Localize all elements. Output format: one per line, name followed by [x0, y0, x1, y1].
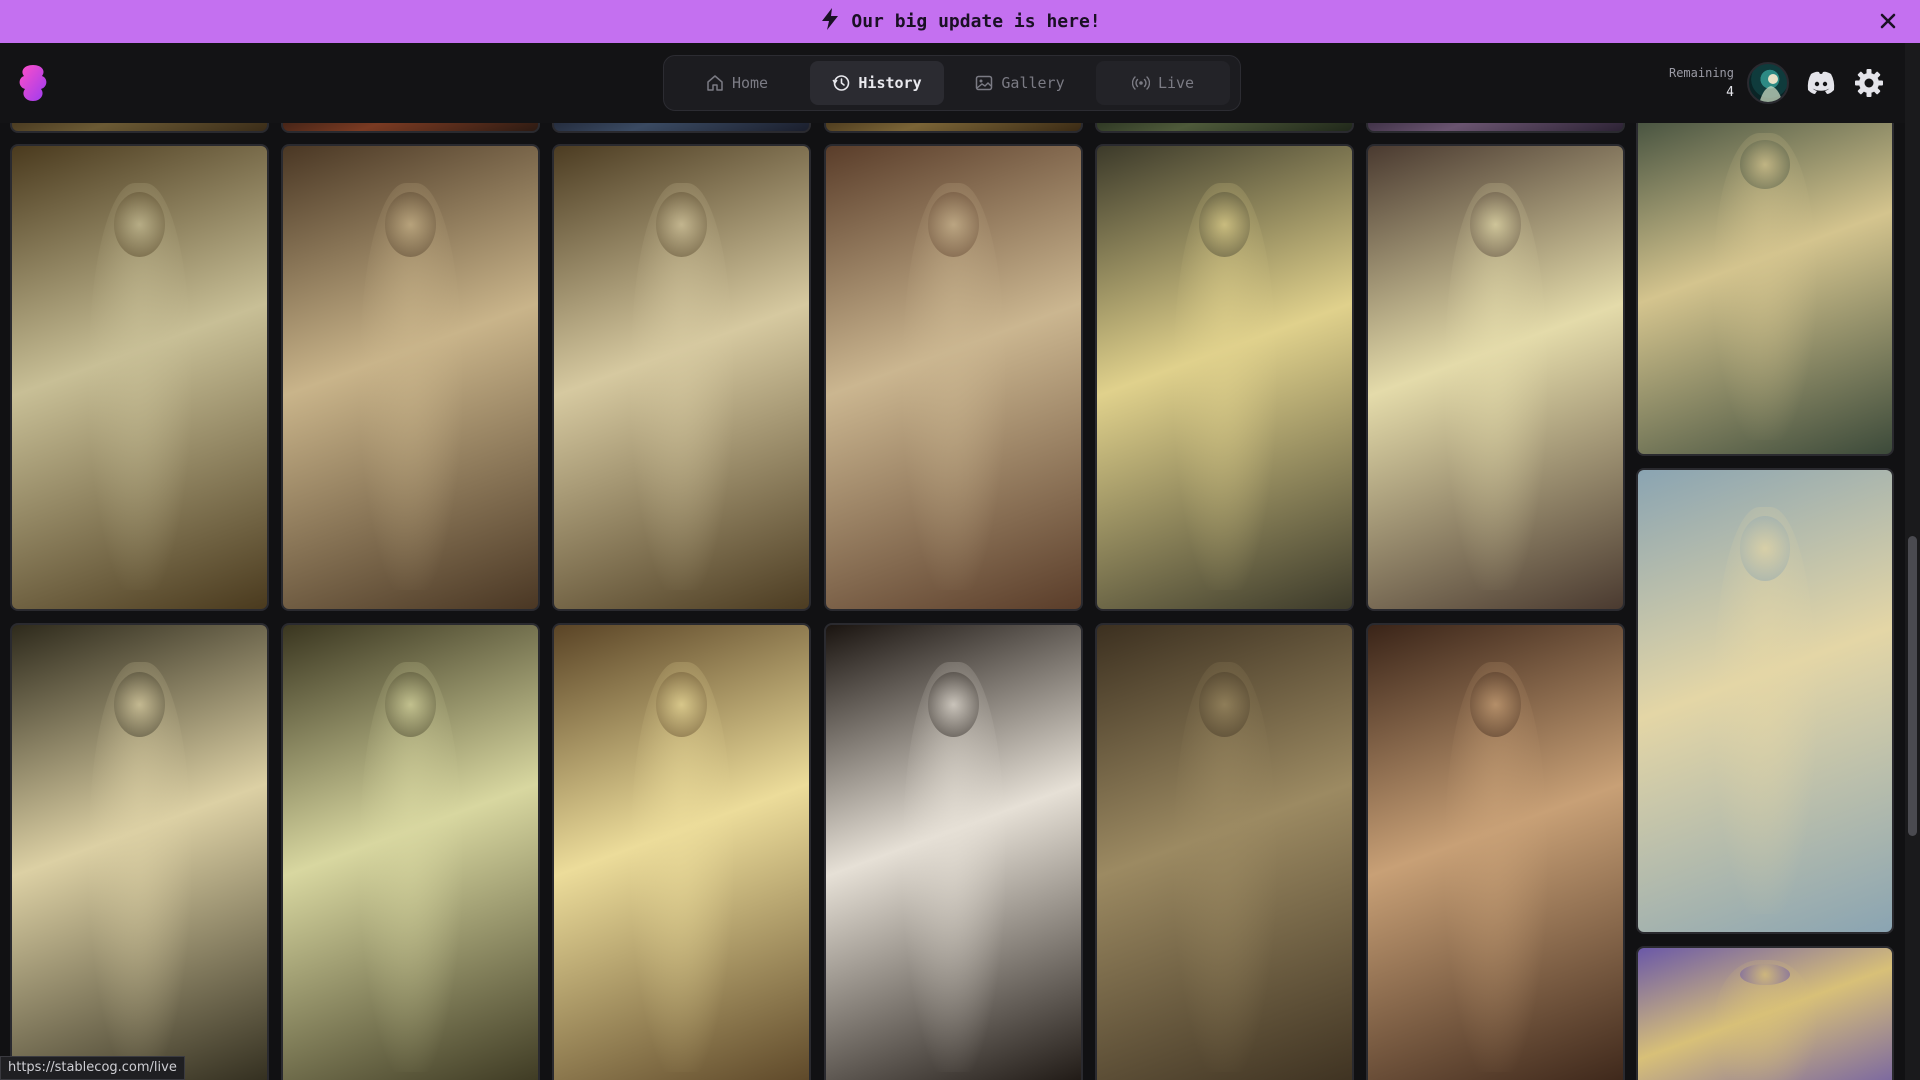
gallery-image[interactable]: [10, 144, 269, 611]
gallery-image[interactable]: [1095, 123, 1354, 133]
scrollbar-thumb[interactable]: [1908, 536, 1917, 836]
announcement-banner[interactable]: Our big update is here!: [0, 0, 1920, 43]
image-icon: [976, 75, 993, 91]
gallery-image[interactable]: [1636, 468, 1894, 934]
gallery-image[interactable]: [1366, 144, 1625, 611]
home-icon: [707, 75, 723, 91]
announcement-content[interactable]: Our big update is here!: [819, 7, 1101, 36]
main-tabs: Home History Gallery Live: [663, 55, 1241, 111]
tab-home[interactable]: Home: [670, 61, 804, 105]
gallery-image[interactable]: [10, 123, 269, 133]
credits-value: 4: [1726, 85, 1734, 100]
gallery-image[interactable]: [552, 623, 811, 1080]
tab-home-label: Home: [731, 74, 769, 92]
top-navigation-bar: Home History Gallery Live Remaining 4: [0, 43, 1905, 123]
link-preview-status: https://stablecog.com/live: [0, 1056, 185, 1080]
page-scrollbar[interactable]: [1905, 43, 1920, 1080]
tab-gallery-label: Gallery: [1001, 74, 1065, 92]
tab-history[interactable]: History: [810, 61, 944, 105]
announcement-text: Our big update is here!: [851, 11, 1101, 32]
gallery-image[interactable]: [281, 123, 540, 133]
stablecog-logo[interactable]: [16, 63, 50, 103]
lightning-icon: [819, 7, 841, 36]
history-gallery: [0, 123, 1905, 1080]
gallery-image[interactable]: [824, 123, 1083, 133]
gear-icon[interactable]: [1853, 67, 1885, 99]
avatar[interactable]: [1747, 62, 1789, 104]
broadcast-icon: [1131, 76, 1150, 90]
tab-gallery[interactable]: Gallery: [950, 61, 1090, 105]
discord-icon[interactable]: [1806, 70, 1836, 96]
gallery-image[interactable]: [824, 144, 1083, 611]
credits-remaining: Remaining 4: [1650, 63, 1734, 103]
gallery-image[interactable]: [1636, 123, 1894, 456]
gallery-image[interactable]: [281, 144, 540, 611]
gallery-image[interactable]: [1095, 623, 1354, 1080]
gallery-image[interactable]: [281, 623, 540, 1080]
close-icon[interactable]: [1876, 9, 1900, 33]
credits-label: Remaining: [1668, 66, 1734, 80]
gallery-image[interactable]: [552, 123, 811, 133]
gallery-image[interactable]: [1366, 623, 1625, 1080]
gallery-image[interactable]: [1366, 123, 1625, 133]
tab-history-label: History: [858, 74, 922, 92]
history-icon: [832, 75, 850, 91]
gallery-image[interactable]: [824, 623, 1083, 1080]
tab-live[interactable]: Live: [1096, 61, 1230, 105]
gallery-image[interactable]: [10, 623, 269, 1080]
tab-live-label: Live: [1157, 74, 1195, 92]
gallery-image[interactable]: [1636, 946, 1894, 1080]
gallery-image[interactable]: [552, 144, 811, 611]
gallery-image[interactable]: [1095, 144, 1354, 611]
